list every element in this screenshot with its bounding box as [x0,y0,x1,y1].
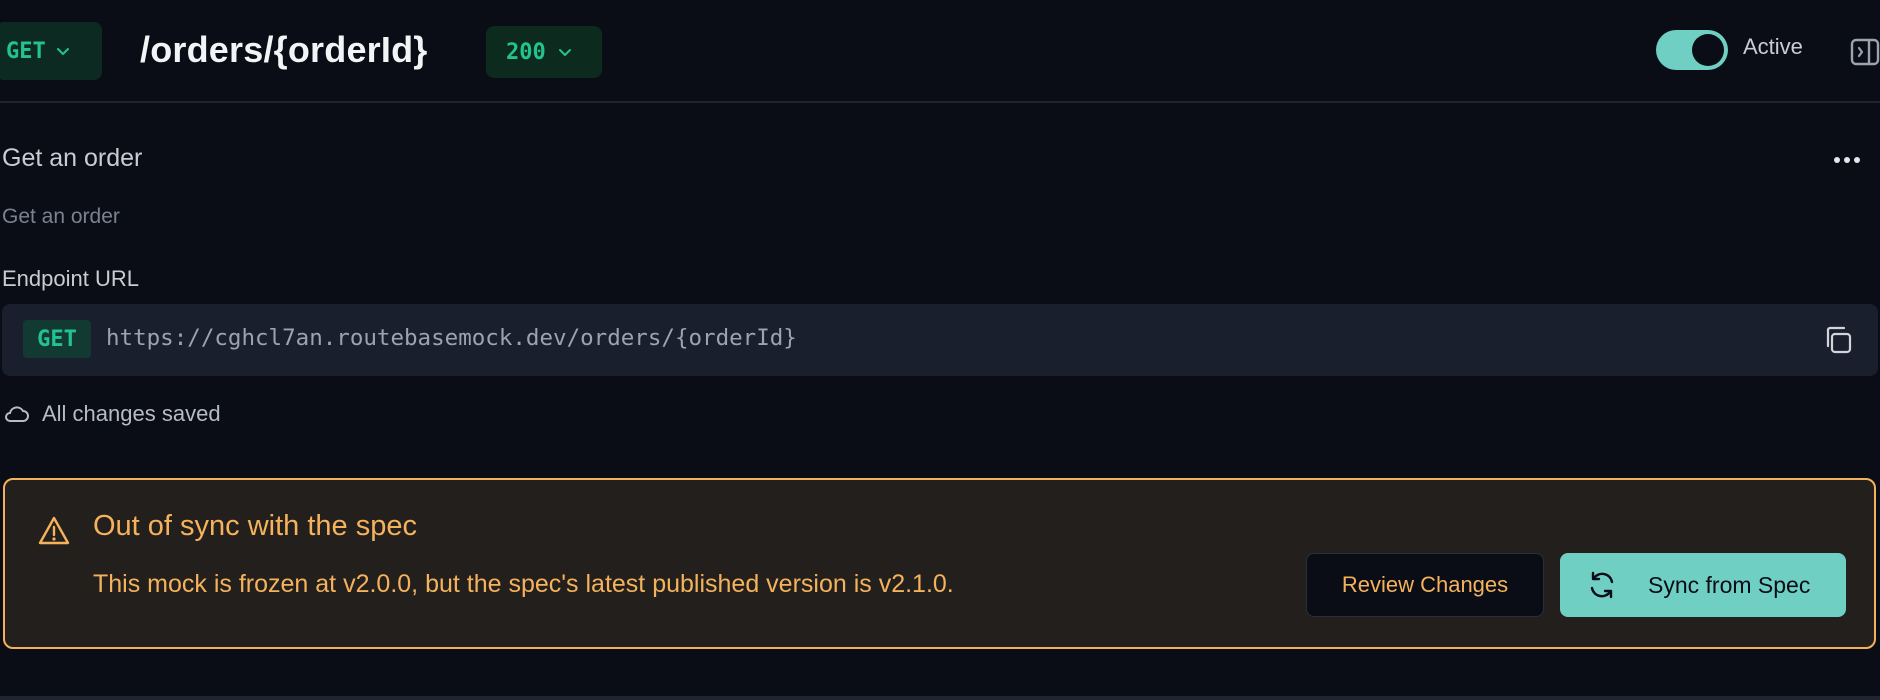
save-status-text: All changes saved [42,401,221,426]
status-code-select[interactable]: 200 [486,26,602,78]
endpoint-description[interactable]: Get an order [2,205,120,229]
copy-icon[interactable] [1822,324,1854,356]
method-select[interactable]: GET [0,22,102,80]
method-label: GET [6,38,46,64]
review-changes-button[interactable]: Review Changes [1306,553,1544,617]
alert-triangle-icon [37,515,71,547]
warning-message: This mock is frozen at v2.0.0, but the s… [93,570,954,598]
endpoint-summary[interactable]: Get an order [2,144,142,173]
endpoint-url-label: Endpoint URL [2,266,139,291]
refresh-icon [1586,569,1618,601]
sync-warning-banner: Out of sync with the spec This mock is f… [3,478,1876,649]
active-toggle[interactable] [1656,30,1728,70]
endpoint-url-box: GET https://cghcl7an.routebasemock.dev/o… [2,304,1878,376]
status-code-label: 200 [506,39,546,65]
divider [0,696,1880,700]
sync-from-spec-label: Sync from Spec [1648,571,1811,598]
chevron-down-icon [56,44,70,58]
save-status: All changes saved [2,401,221,427]
chevron-down-icon [558,45,572,59]
url-method-badge: GET [23,320,91,358]
sync-from-spec-button[interactable]: Sync from Spec [1560,553,1846,617]
cloud-icon [2,404,30,424]
active-label: Active [1743,34,1803,59]
panel-right-icon[interactable] [1850,38,1880,66]
endpoint-url-text: https://cghcl7an.routebasemock.dev/order… [106,325,797,351]
toggle-knob [1692,34,1724,66]
endpoint-path-title: /orders/{orderId} [140,29,428,70]
warning-title: Out of sync with the spec [93,510,417,542]
more-horizontal-icon[interactable] [1832,150,1862,170]
endpoint-header: GET /orders/{orderId} 200 Active [0,0,1880,103]
